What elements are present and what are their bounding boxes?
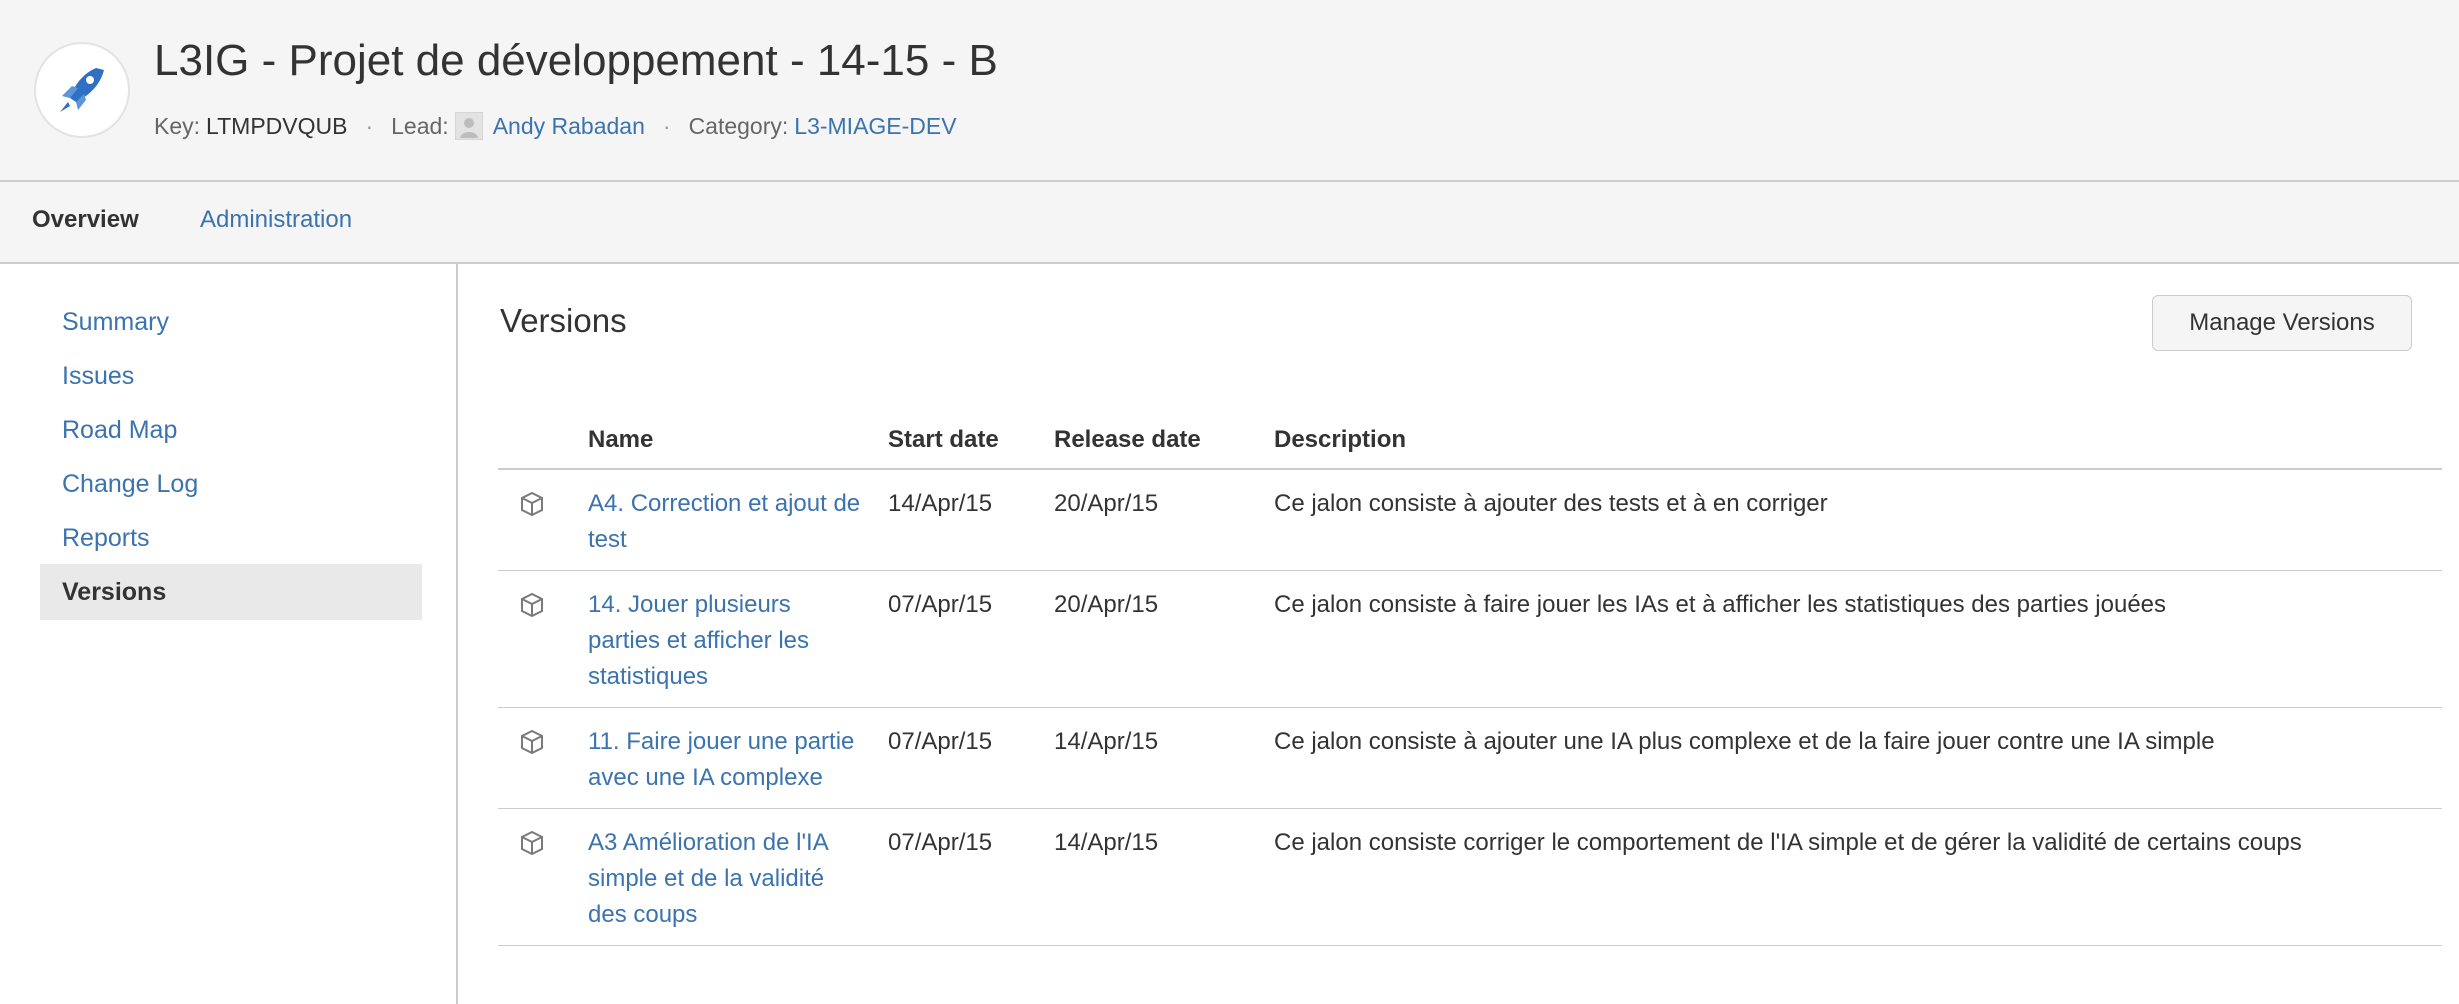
version-package-icon [521,491,543,517]
version-name-link[interactable]: A3 Amélioration de l'IA simple et de la … [588,829,827,928]
version-name-link[interactable]: 11. Faire jouer une partie avec une IA c… [588,728,854,791]
sidebar-item-reports[interactable]: Reports [40,510,422,566]
version-release-date: 14/Apr/15 [1042,808,1262,946]
col-description: Description [1262,412,2442,470]
project-avatar[interactable] [34,42,130,138]
version-start-date: 07/Apr/15 [876,570,1042,708]
version-start-date: 07/Apr/15 [876,707,1042,809]
version-description: Ce jalon consiste à ajouter des tests et… [1262,469,2442,571]
col-name: Name [576,412,876,470]
version-release-date: 20/Apr/15 [1042,469,1262,571]
table-row: A4. Correction et ajout de test 14/Apr/1… [498,469,2442,571]
project-nav: Overview Administration [0,182,2459,264]
category-link[interactable]: L3-MIAGE-DEV [794,113,956,140]
meta-separator: · [365,112,374,139]
tab-overview[interactable]: Overview [32,206,139,234]
meta-separator: · [662,112,671,139]
version-release-date: 14/Apr/15 [1042,707,1262,809]
key-label: Key: [154,112,201,139]
lead-link[interactable]: Andy Rabadan [493,113,645,140]
sidebar: Summary Issues Road Map Change Log Repor… [0,264,458,1004]
sidebar-item-road-map[interactable]: Road Map [40,402,422,458]
sidebar-item-summary[interactable]: Summary [40,294,422,350]
key-value: LTMPDVQUB [206,112,348,139]
col-release-date: Release date [1042,412,1262,470]
project-header: L3IG - Projet de développement - 14-15 -… [0,0,2459,182]
user-avatar-icon [454,112,483,140]
version-name-link[interactable]: 14. Jouer plusieurs parties et afficher … [588,591,809,690]
version-package-icon [521,592,543,618]
table-row: 11. Faire jouer une partie avec une IA c… [498,707,2442,809]
sidebar-item-change-log[interactable]: Change Log [40,456,422,512]
tab-administration[interactable]: Administration [200,206,352,234]
version-description: Ce jalon consiste corriger le comporteme… [1262,808,2442,946]
version-package-icon [521,729,543,755]
table-row: 14. Jouer plusieurs parties et afficher … [498,570,2442,708]
versions-table: Name Start date Release date Description… [498,412,2442,946]
table-row: A3 Amélioration de l'IA simple et de la … [498,808,2442,946]
version-package-icon [521,830,543,856]
version-start-date: 07/Apr/15 [876,808,1042,946]
sidebar-item-versions[interactable]: Versions [40,564,422,620]
version-release-date: 20/Apr/15 [1042,570,1262,708]
rocket-icon [60,68,104,112]
category-label: Category: [688,112,789,139]
lead-label: Lead: [391,112,449,139]
page-title: Versions [500,302,627,339]
version-name-link[interactable]: A4. Correction et ajout de test [588,490,860,553]
version-description: Ce jalon consiste à ajouter une IA plus … [1262,707,2442,809]
table-header-row: Name Start date Release date Description [498,412,2442,470]
manage-versions-button[interactable]: Manage Versions [2152,295,2412,351]
version-description: Ce jalon consiste à faire jouer les IAs … [1262,570,2442,708]
version-start-date: 14/Apr/15 [876,469,1042,571]
col-icon [498,412,576,470]
project-meta: Key: LTMPDVQUB · Lead: Andy Rabadan · Ca… [154,112,957,140]
col-start-date: Start date [876,412,1042,470]
project-title: L3IG - Projet de développement - 14-15 -… [154,36,998,85]
sidebar-item-issues[interactable]: Issues [40,348,422,404]
